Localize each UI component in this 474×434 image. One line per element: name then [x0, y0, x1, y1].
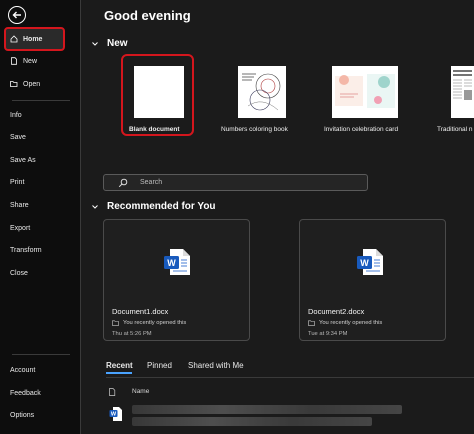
divider	[106, 377, 474, 378]
divider	[12, 354, 70, 355]
svg-text:W: W	[111, 412, 117, 418]
sidebar-item-label: Info	[10, 112, 22, 119]
search-input[interactable]: Search	[103, 174, 368, 191]
doc-thumbnail: W	[104, 220, 249, 302]
sidebar-item-label: Share	[10, 202, 29, 209]
doc-timestamp: Tue at 9:34 PM	[308, 331, 348, 337]
doc-name: Document1.docx	[112, 307, 169, 316]
column-header-name[interactable]: Name	[132, 388, 149, 395]
recommended-doc-card[interactable]: W Document2.docx You recently opened thi…	[299, 219, 446, 341]
home-icon	[10, 35, 18, 43]
sidebar-item-label: Export	[10, 225, 31, 232]
sidebar-item-label: Close	[10, 270, 28, 277]
chevron-down-icon	[92, 41, 98, 46]
sidebar-item-label: Open	[23, 80, 41, 88]
sidebar-item-options[interactable]: Options	[10, 412, 34, 419]
redacted-file-path	[132, 417, 372, 426]
sidebar-item-open[interactable]: Open	[10, 80, 40, 88]
sidebar-item-account[interactable]: Account	[10, 367, 35, 374]
search-placeholder: Search	[140, 179, 163, 186]
tab-shared-with-me[interactable]: Shared with Me	[188, 361, 244, 370]
tab-pinned[interactable]: Pinned	[147, 361, 172, 370]
new-document-icon	[11, 57, 17, 65]
sidebar-item-info[interactable]: Info	[10, 112, 22, 119]
search-icon	[118, 178, 128, 188]
doc-status: You recently opened this	[308, 320, 382, 326]
template-label: Blank document	[129, 126, 180, 133]
doc-thumbnail: W	[300, 220, 445, 302]
sidebar-item-label: Transform	[10, 247, 42, 254]
sidebar-item-label: Save	[10, 134, 26, 141]
sidebar-item-label: Home	[23, 35, 43, 43]
recommended-section-header[interactable]: Recommended for You	[91, 201, 216, 212]
newspaper-thumbnail	[451, 66, 474, 118]
divider	[12, 100, 70, 101]
template-label: Traditional n	[437, 126, 473, 133]
sidebar-item-save[interactable]: Save	[10, 134, 26, 141]
sidebar-item-close[interactable]: Close	[10, 270, 28, 277]
template-label: Numbers coloring book	[221, 126, 288, 133]
folder-icon	[308, 320, 315, 326]
sidebar-item-home-content[interactable]: Home	[10, 35, 42, 43]
template-traditional-newspaper[interactable]: Traditional n	[431, 62, 474, 137]
doc-status: You recently opened this	[112, 320, 186, 326]
doc-timestamp: Thu at 5:26 PM	[112, 331, 152, 337]
chevron-down-icon	[92, 204, 98, 209]
coloring-book-thumbnail	[238, 66, 286, 118]
doc-status-text: You recently opened this	[123, 320, 187, 326]
sidebar-item-share[interactable]: Share	[10, 202, 29, 209]
folder-open-icon	[10, 81, 18, 87]
sidebar-item-transform[interactable]: Transform	[10, 247, 42, 254]
doc-status-text: You recently opened this	[319, 320, 383, 326]
sidebar-item-export[interactable]: Export	[10, 225, 30, 232]
word-backstage: Home New Open Info Save Save As Print Sh…	[0, 0, 474, 434]
sidebar-item-label: Account	[10, 367, 36, 374]
word-file-icon: W	[164, 249, 190, 275]
sidebar-item-label: Feedback	[10, 390, 41, 397]
svg-text:W: W	[167, 258, 176, 268]
template-invitation-card[interactable]: Invitation celebration card	[323, 62, 403, 137]
sidebar-item-print[interactable]: Print	[10, 179, 24, 186]
sidebar-item-label: Print	[10, 179, 25, 186]
sidebar-item-save-as[interactable]: Save As	[10, 157, 36, 164]
folder-icon	[112, 320, 119, 326]
main-panel: Good evening New Blank document Numbers …	[81, 0, 474, 434]
page-title: Good evening	[104, 8, 191, 23]
doc-name: Document2.docx	[308, 307, 365, 316]
tab-recent[interactable]: Recent	[106, 361, 133, 370]
invitation-card-thumbnail	[332, 66, 398, 118]
blank-document-thumbnail	[134, 66, 184, 118]
sidebar-item-label: New	[23, 57, 38, 65]
section-label: Recommended for You	[107, 201, 216, 212]
sidebar-item-label: Save As	[10, 157, 36, 164]
template-label: Invitation celebration card	[324, 126, 399, 133]
active-tab-indicator	[106, 372, 132, 374]
sidebar-item-new[interactable]: New	[10, 57, 37, 65]
recommended-doc-card[interactable]: W Document1.docx You recently opened thi…	[103, 219, 250, 341]
file-type-icon	[109, 388, 116, 396]
svg-text:W: W	[360, 258, 369, 268]
sidebar-item-label: Options	[10, 412, 35, 419]
redacted-file-name	[132, 405, 402, 414]
template-numbers-coloring-book[interactable]: Numbers coloring book	[219, 62, 299, 137]
sidebar: Home New Open Info Save Save As Print Sh…	[0, 0, 81, 434]
section-label: New	[107, 38, 128, 49]
new-section-header[interactable]: New	[91, 38, 128, 49]
back-arrow-icon[interactable]	[8, 6, 26, 24]
word-file-icon: W	[357, 249, 383, 275]
word-file-icon: W	[109, 407, 122, 421]
template-blank-document[interactable]: Blank document	[118, 62, 198, 137]
sidebar-item-feedback[interactable]: Feedback	[10, 390, 41, 397]
